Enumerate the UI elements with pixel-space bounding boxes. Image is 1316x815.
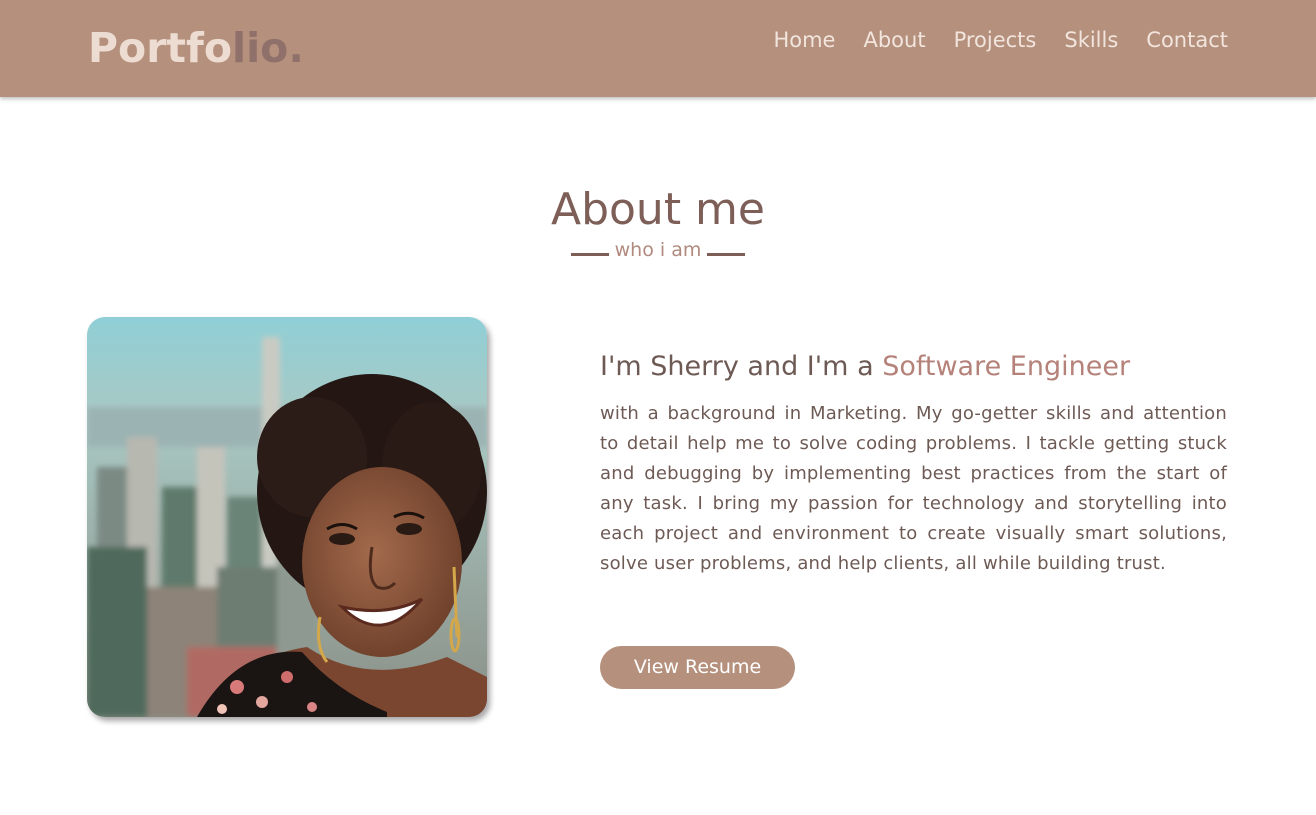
profile-photo-image bbox=[87, 317, 487, 717]
intro-heading: I'm Sherry and I'm a Software Engineer bbox=[600, 348, 1240, 386]
nav-contact[interactable]: Contact bbox=[1146, 24, 1228, 56]
intro-heading-prefix: I'm Sherry and I'm a bbox=[600, 351, 883, 382]
section-title: About me bbox=[550, 184, 765, 235]
subtitle-line-left bbox=[570, 252, 609, 256]
nav-links: Home About Projects Skills Contact bbox=[773, 24, 1228, 56]
navbar: Portfolio. Home About Projects Skills Co… bbox=[0, 0, 1316, 97]
nav-about[interactable]: About bbox=[863, 24, 925, 56]
nav-skills[interactable]: Skills bbox=[1064, 24, 1118, 56]
view-resume-button[interactable]: View Resume bbox=[600, 646, 795, 689]
nav-projects[interactable]: Projects bbox=[954, 24, 1037, 56]
profile-photo bbox=[87, 317, 487, 717]
section-subtitle: who i am bbox=[0, 236, 1316, 264]
bio-text: with a background in Marketing. My go-ge… bbox=[600, 403, 1227, 574]
logo[interactable]: Portfolio. bbox=[88, 24, 304, 72]
subtitle-text: who i am bbox=[614, 239, 702, 261]
logo-part2: lio. bbox=[232, 24, 304, 72]
subtitle-line-right bbox=[707, 252, 746, 256]
intro-heading-role: Software Engineer bbox=[882, 351, 1131, 382]
logo-part1: Portfo bbox=[88, 24, 233, 72]
nav-home[interactable]: Home bbox=[773, 24, 835, 56]
